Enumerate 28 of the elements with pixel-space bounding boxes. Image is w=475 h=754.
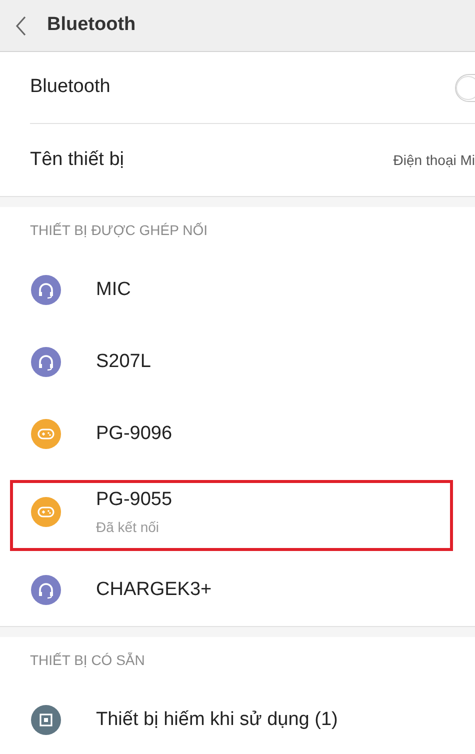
device-row[interactable]: PG-9096 (0, 398, 475, 470)
gamepad-icon (31, 419, 61, 449)
setting-label: Tên thiết bị (30, 148, 124, 172)
section-header: THIẾT BỊ ĐƯỢC GHÉP NỐI (30, 221, 208, 240)
device-row[interactable]: PG-9055 Đã kết nối (0, 470, 475, 554)
back-icon[interactable] (15, 16, 27, 36)
headset-icon (31, 347, 61, 377)
device-name: CHARGEK3+ (96, 578, 212, 602)
device-name: MIC (96, 278, 131, 302)
device-status: Đã kết nối (96, 518, 160, 538)
device-name: S207L (96, 350, 151, 374)
settings-row[interactable]: Tên thiết bị Điện thoại Mi (30, 124, 475, 196)
section-header: THIẾT BỊ CÓ SẴN (30, 651, 145, 670)
setting-label: Bluetooth (30, 75, 110, 100)
headset-icon (31, 575, 61, 605)
device-name: PG-9096 (96, 422, 172, 446)
device-row[interactable]: Thiết bị hiếm khi sử dụng (1) (0, 684, 475, 754)
setting-value: Điện thoại Mi (393, 150, 475, 170)
device-row[interactable]: S207L (0, 326, 475, 398)
gamepad-icon (31, 497, 61, 527)
settings-row[interactable]: Bluetooth (30, 52, 475, 124)
device-row[interactable]: CHARGEK3+ (0, 554, 475, 626)
device-name: Thiết bị hiếm khi sử dụng (1) (96, 708, 338, 732)
device-row[interactable]: MIC (0, 254, 475, 326)
page-title: Bluetooth (47, 13, 136, 38)
headset-icon (31, 275, 61, 305)
device-icon (31, 705, 61, 735)
device-name: PG-9055 (96, 488, 172, 512)
